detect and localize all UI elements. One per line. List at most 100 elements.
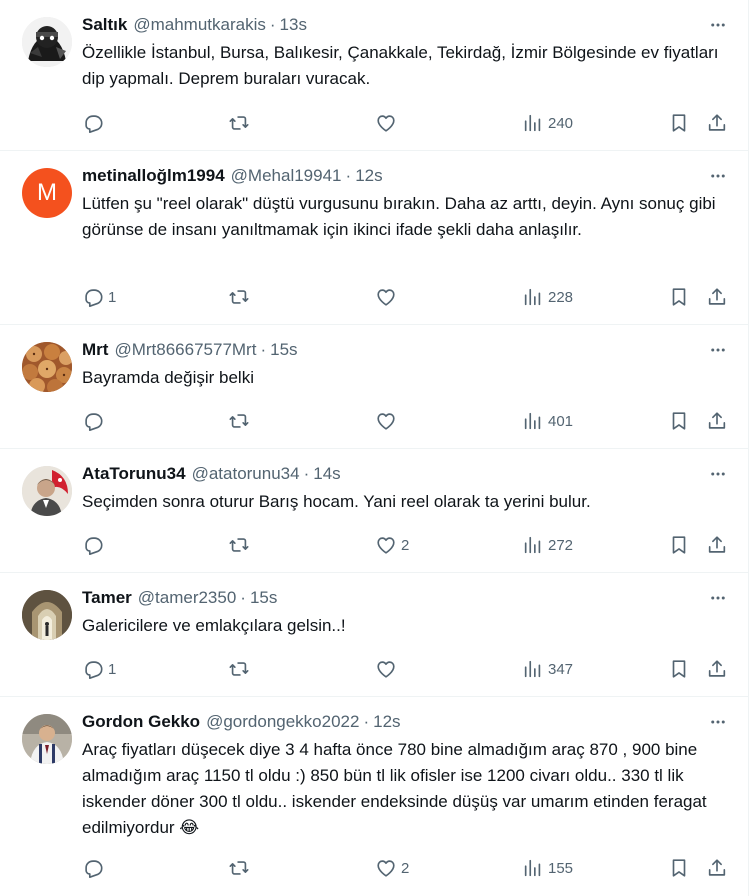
tweet-text: Seçimden sonra oturur Barış hocam. Yani … [82,492,591,511]
reply-button[interactable] [82,532,108,558]
share-button[interactable] [706,656,728,682]
analytics-icon [524,859,541,877]
tweet[interactable]: Mrt @Mrt86667577Mrt · 15s Bayramda değiş… [0,325,748,449]
retweet-button[interactable] [228,284,250,310]
timestamp[interactable]: 14s [313,464,340,484]
view-count: 155 [548,859,574,877]
more-icon [711,348,725,352]
views-button[interactable]: 272 [522,532,573,558]
timestamp[interactable]: 15s [250,588,277,608]
display-name[interactable]: Saltık [82,15,127,35]
more-icon [711,174,725,178]
user-handle[interactable]: @Mehal19941 [231,166,342,186]
tweet[interactable]: Tamer @tamer2350 · 15s Galericilere ve e… [0,573,748,697]
display-name[interactable]: AtaTorunu34 [82,464,186,484]
tweet[interactable]: M metinalloğlm1994 @Mehal19941 · 12s Lüt… [0,151,748,325]
user-handle[interactable]: @mahmutkarakis [133,15,266,35]
man-suspenders-avatar [22,714,72,764]
avatar[interactable] [22,590,72,640]
bookmark-icon [672,412,686,430]
more-options-button[interactable] [707,463,729,485]
bookmark-icon [672,660,686,678]
reply-icon [85,661,103,679]
display-name[interactable]: Gordon Gekko [82,712,200,732]
views-button[interactable]: 347 [522,656,573,682]
bookmark-button[interactable] [668,656,690,682]
share-icon [708,288,726,305]
user-handle[interactable]: @Mrt86667577Mrt [114,340,256,360]
tweet[interactable]: AtaTorunu34 @atatorunu34 · 14s Seçimden … [0,449,748,573]
timestamp[interactable]: 12s [373,712,400,732]
display-name[interactable]: Mrt [82,340,108,360]
bookmark-button[interactable] [668,532,690,558]
tweet-header: metinalloğlm1994 @Mehal19941 · 12s [82,165,728,187]
avatar[interactable] [22,342,72,392]
reply-button[interactable]: 1 [82,284,116,310]
share-button[interactable] [706,532,728,558]
retweet-icon [229,290,249,304]
like-button[interactable] [375,408,401,434]
share-button[interactable] [706,284,728,310]
like-button[interactable] [375,110,401,136]
separator-dot: · [303,464,310,483]
user-handle[interactable]: @gordongekko2022 [206,712,359,732]
heart-icon [377,115,395,132]
like-count: 2 [401,536,410,554]
share-button[interactable] [706,855,728,881]
display-name[interactable]: Tamer [82,588,132,608]
action-bar: 240 [82,110,728,136]
like-button[interactable]: 2 [375,532,409,558]
reply-count: 1 [108,660,117,678]
bookmark-icon [672,288,686,306]
more-options-button[interactable] [707,587,729,609]
timestamp[interactable]: 13s [280,15,307,35]
bookmark-button[interactable] [668,855,690,881]
display-name[interactable]: metinalloğlm1994 [82,166,225,186]
tweet-text: Bayramda değişir belki [82,368,254,387]
retweet-button[interactable] [228,855,250,881]
reply-button[interactable]: 1 [82,656,116,682]
reply-button[interactable] [82,855,108,881]
share-icon [708,114,726,131]
avatar[interactable] [22,17,72,67]
more-options-button[interactable] [707,14,729,36]
avatar[interactable] [22,714,72,764]
reply-button[interactable] [82,110,108,136]
tweet[interactable]: Gordon Gekko @gordongekko2022 · 12s Araç… [0,697,748,896]
tweet[interactable]: Saltık @mahmutkarakis · 13s Özellikle İs… [0,0,748,151]
more-options-button[interactable] [707,711,729,733]
user-handle[interactable]: @tamer2350 [138,588,237,608]
like-button[interactable] [375,284,401,310]
more-options-button[interactable] [707,339,729,361]
share-icon [708,412,726,429]
retweet-button[interactable] [228,408,250,434]
retweet-button[interactable] [228,532,250,558]
timestamp[interactable]: 15s [270,340,297,360]
retweet-button[interactable] [228,656,250,682]
avatar[interactable]: M [22,168,72,218]
like-button[interactable]: 2 [375,855,409,881]
analytics-icon [524,660,541,678]
analytics-icon [524,114,541,132]
timestamp[interactable]: 12s [355,166,382,186]
bookmark-icon [672,114,686,132]
bookmark-button[interactable] [668,408,690,434]
share-button[interactable] [706,110,728,136]
reply-button[interactable] [82,408,108,434]
separator-dot: · [240,588,246,607]
heart-icon [377,289,395,306]
avatar[interactable] [22,466,72,516]
user-handle[interactable]: @atatorunu34 [192,464,300,484]
views-button[interactable]: 401 [522,408,573,434]
tweet-text: Lütfen şu "reel olarak" düştü vurgusunu … [82,194,716,239]
bookmark-button[interactable] [668,110,690,136]
bookmark-button[interactable] [668,284,690,310]
more-options-button[interactable] [707,165,729,187]
share-button[interactable] [706,408,728,434]
like-button[interactable] [375,656,401,682]
views-button[interactable]: 240 [522,110,573,136]
views-button[interactable]: 155 [522,855,573,881]
views-button[interactable]: 228 [522,284,573,310]
retweet-button[interactable] [228,110,250,136]
view-count: 401 [548,412,574,430]
